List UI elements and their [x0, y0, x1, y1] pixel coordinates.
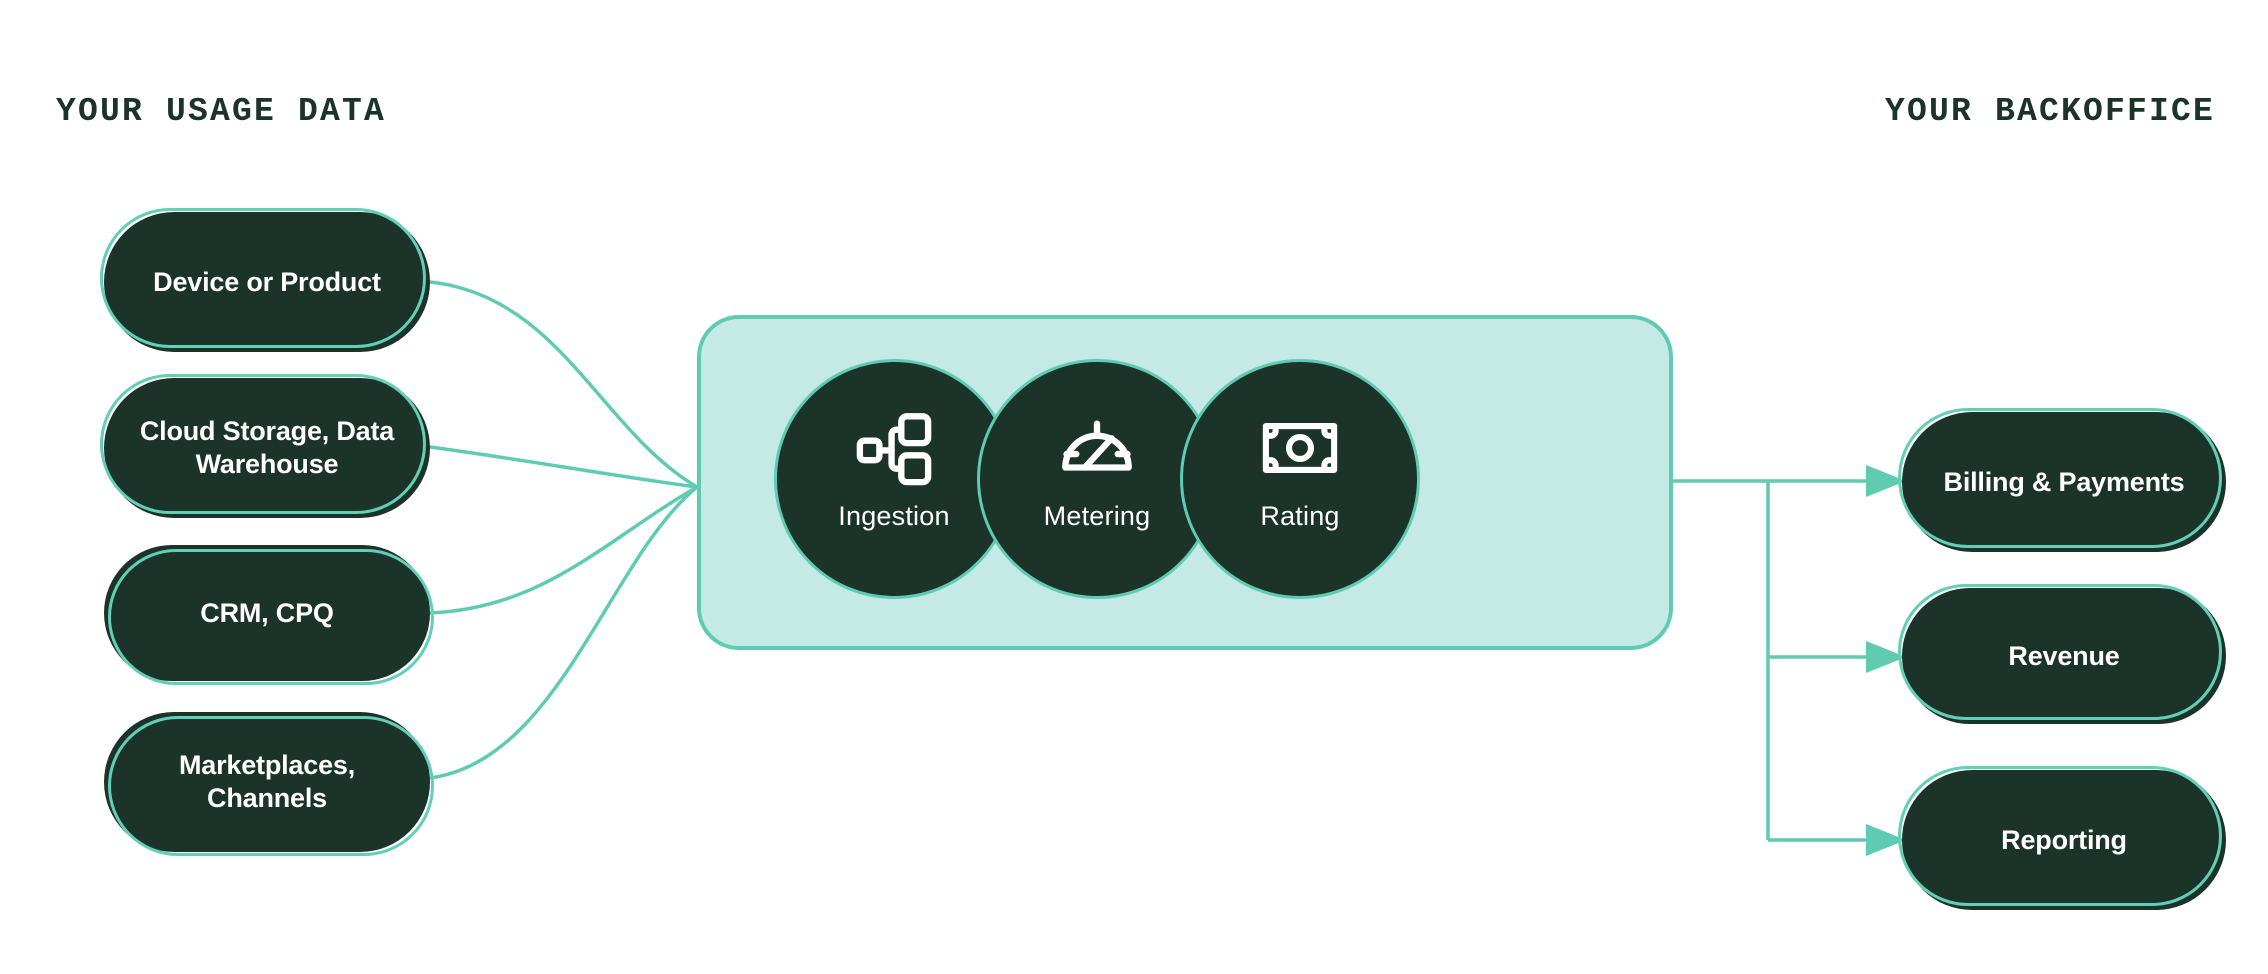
pipeline-stage-rating[interactable]: Rating [1180, 359, 1420, 599]
source-pill-label: Marketplaces, Channels [179, 750, 355, 813]
destination-pill-revenue[interactable]: Revenue [1898, 584, 2226, 724]
source-pill-marketplaces-channels[interactable]: Marketplaces, Channels [104, 712, 434, 856]
sitemap-icon [856, 413, 932, 486]
destination-pill-label: Revenue [2008, 640, 2120, 671]
destination-pill-reporting[interactable]: Reporting [1898, 766, 2226, 910]
wire-crm-cpq [428, 485, 699, 615]
destination-pill-billing-and-payments[interactable]: Billing & Payments [1898, 408, 2226, 552]
gauge-icon [1062, 420, 1132, 471]
source-pill-label: Device or Product [153, 266, 381, 297]
processing-panel: Ingestion Metering Rating [697, 315, 1673, 650]
wire-cloud-storage [428, 445, 699, 489]
pipeline-stage-label: Rating [1260, 501, 1340, 531]
usage-data-heading: YOUR USAGE DATA [56, 93, 387, 130]
pipeline-stage-label: Ingestion [838, 501, 950, 531]
source-pill-crm-cpq[interactable]: CRM, CPQ [104, 545, 434, 685]
wire-marketplaces [428, 485, 699, 780]
wire-device-or-product [428, 280, 699, 489]
diagram-canvas: YOUR USAGE DATA YOUR BACKOFFICE Device o… [0, 0, 2268, 974]
destination-pill-label: Billing & Payments [1943, 466, 2185, 497]
source-pill-device-or-product[interactable]: Device or Product [100, 208, 430, 352]
pipeline-stage-label: Metering [1043, 501, 1151, 531]
source-pill-label: Cloud Storage, Data Warehouse [139, 416, 395, 479]
source-pill-cloud-storage-data-warehouse[interactable]: Cloud Storage, Data Warehouse [100, 374, 430, 518]
backoffice-heading: YOUR BACKOFFICE [1884, 93, 2215, 130]
destination-pill-label: Reporting [2001, 824, 2127, 855]
source-pill-label: CRM, CPQ [200, 597, 334, 628]
banknote-icon [1262, 423, 1338, 473]
